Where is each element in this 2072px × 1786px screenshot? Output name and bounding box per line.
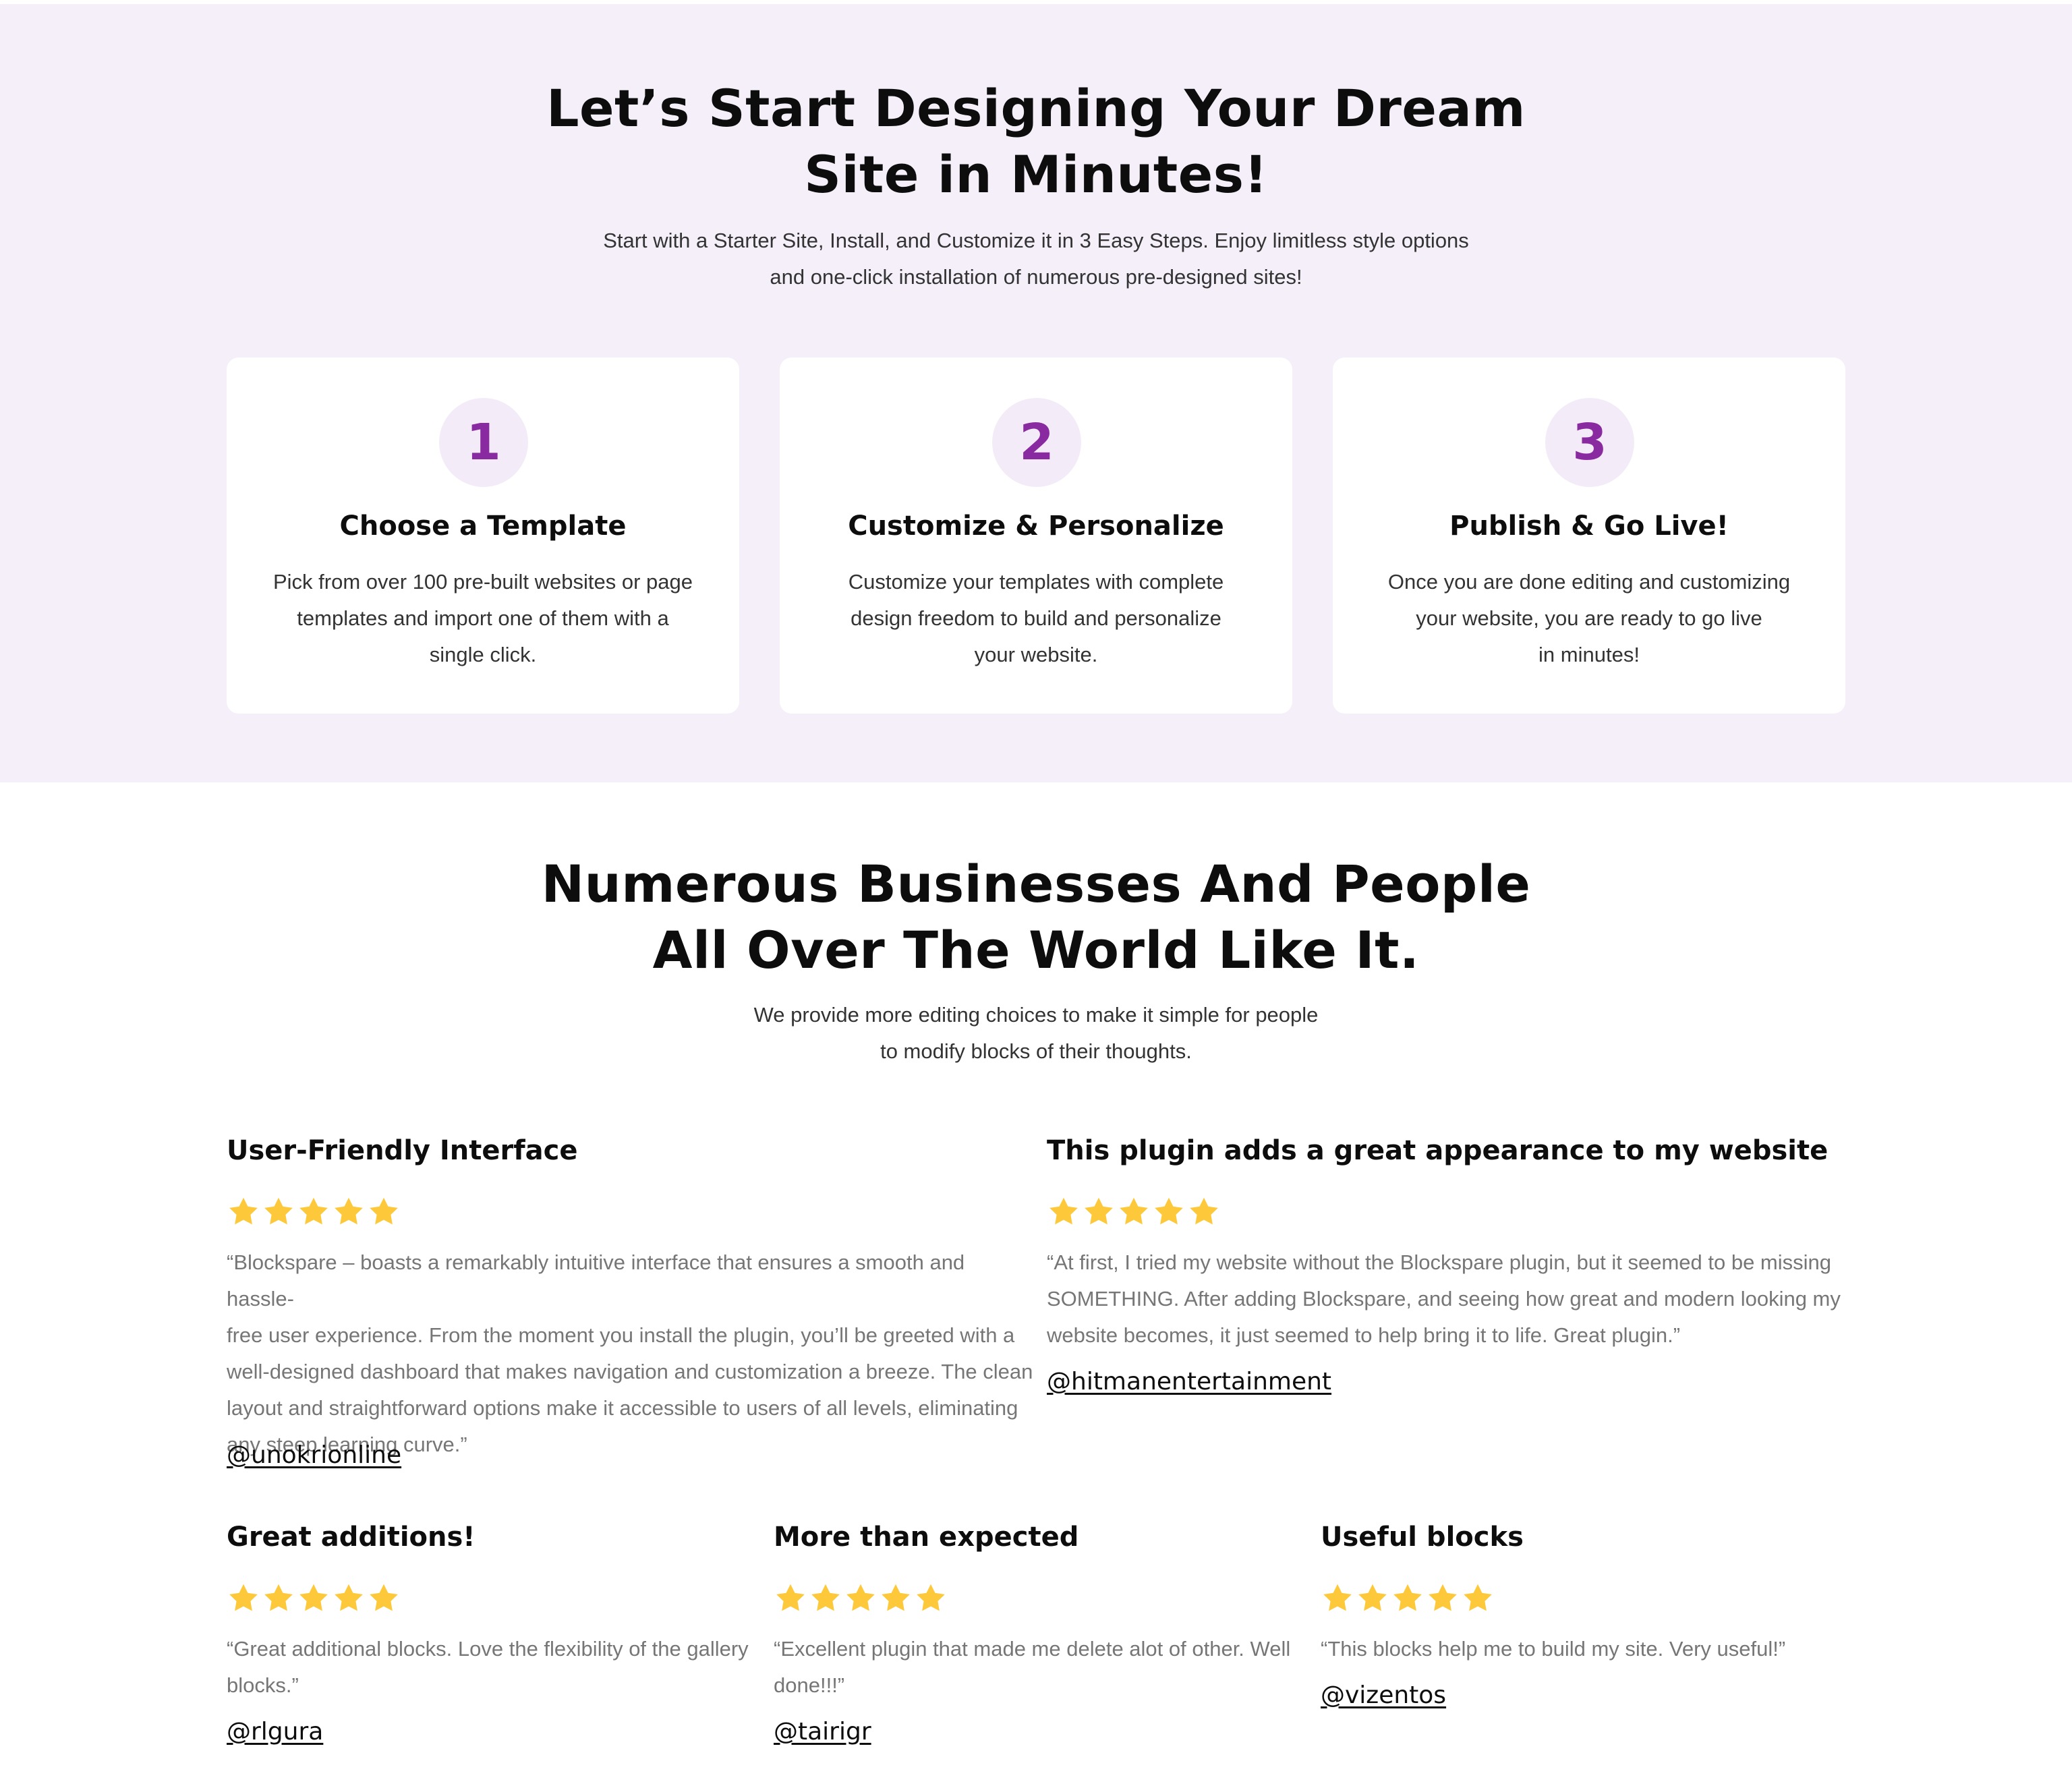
testimonial-title: More than expected xyxy=(774,1522,1079,1553)
star-icon xyxy=(227,1195,260,1229)
star-icon xyxy=(1391,1582,1424,1615)
step-card-1: 1 Choose a Template Pick from over 100 p… xyxy=(227,357,739,714)
step-title-1: Choose a Template xyxy=(339,511,627,542)
quote-line: blocks.” xyxy=(227,1673,299,1697)
steps-subtitle-line1: Start with a Starter Site, Install, and … xyxy=(603,229,1469,252)
step-description-line: design freedom to build and personalize xyxy=(851,606,1221,630)
testimonial-title: Useful blocks xyxy=(1321,1522,1524,1553)
step-description-2: Customize your templates with complete d… xyxy=(813,564,1259,673)
star-icon xyxy=(1152,1195,1186,1229)
star-icon xyxy=(262,1582,295,1615)
star-icon xyxy=(367,1582,401,1615)
quote-line: free user experience. From the moment yo… xyxy=(227,1323,1015,1347)
quote-line: “At first, I tried my website without th… xyxy=(1047,1250,1832,1274)
testimonials-heading: Numerous Businesses And People All Over … xyxy=(362,851,1710,983)
rating-stars xyxy=(774,1582,948,1619)
testimonials-subtitle-line2: to modify blocks of their thoughts. xyxy=(880,1039,1192,1063)
testimonial-quote: “This blocks help me to build my site. V… xyxy=(1321,1631,1847,1667)
quote-line: layout and straightforward options make … xyxy=(227,1396,1018,1420)
star-icon xyxy=(844,1582,877,1615)
step-number-3: 3 xyxy=(1545,398,1634,487)
testimonial-title: Great additions! xyxy=(227,1522,476,1553)
steps-heading-line2: Site in Minutes! xyxy=(804,144,1268,204)
star-icon xyxy=(262,1195,295,1229)
step-number-1: 1 xyxy=(439,398,528,487)
step-description-1: Pick from over 100 pre-built websites or… xyxy=(260,564,706,673)
step-title-3: Publish & Go Live! xyxy=(1449,511,1729,542)
steps-heading: Let’s Start Designing Your Dream Site in… xyxy=(362,76,1710,208)
step-description-3: Once you are done editing and customizin… xyxy=(1366,564,1812,673)
star-icon xyxy=(297,1195,330,1229)
star-icon xyxy=(809,1582,842,1615)
steps-subtitle: Start with a Starter Site, Install, and … xyxy=(496,223,1576,295)
star-icon xyxy=(227,1582,260,1615)
star-icon xyxy=(1461,1582,1495,1615)
star-icon xyxy=(914,1582,948,1615)
quote-line: “Excellent plugin that made me delete al… xyxy=(774,1637,1291,1661)
step-card-3: 3 Publish & Go Live! Once you are done e… xyxy=(1333,357,1845,714)
testimonials-subtitle-line1: We provide more editing choices to make … xyxy=(753,1003,1319,1027)
quote-line: well-designed dashboard that makes navig… xyxy=(227,1360,1033,1383)
quote-line: “Great additional blocks. Love the flexi… xyxy=(227,1637,749,1661)
testimonial-quote: “Excellent plugin that made me delete al… xyxy=(774,1631,1306,1704)
star-icon xyxy=(1356,1582,1389,1615)
star-icon xyxy=(332,1582,366,1615)
steps-heading-line1: Let’s Start Designing Your Dream xyxy=(546,78,1526,138)
author-handle-link[interactable]: @tairigr xyxy=(774,1717,871,1747)
step-description-line: templates and import one of them with a xyxy=(297,606,669,630)
testimonials-heading-line2: All Over The World Like It. xyxy=(652,920,1420,980)
quote-line: website becomes, it just seemed to help … xyxy=(1047,1323,1681,1347)
author-handle-link[interactable]: @vizentos xyxy=(1321,1681,1446,1710)
testimonials-subtitle: We provide more editing choices to make … xyxy=(496,997,1576,1070)
step-description-line: your website. xyxy=(974,643,1098,666)
star-icon xyxy=(1047,1195,1081,1229)
quote-line: done!!!” xyxy=(774,1673,845,1697)
star-icon xyxy=(367,1195,401,1229)
star-icon xyxy=(774,1582,807,1615)
rating-stars xyxy=(227,1195,401,1233)
step-description-line: Once you are done editing and customizin… xyxy=(1387,570,1791,594)
testimonials-heading-line1: Numerous Businesses And People xyxy=(541,854,1531,914)
testimonial-quote: “At first, I tried my website without th… xyxy=(1047,1244,1856,1354)
step-description-line: in minutes! xyxy=(1538,643,1640,666)
steps-section: Let’s Start Designing Your Dream Site in… xyxy=(0,4,2072,782)
step-number-2: 2 xyxy=(992,398,1081,487)
quote-line: “This blocks help me to build my site. V… xyxy=(1321,1637,1786,1661)
step-card-2: 2 Customize & Personalize Customize your… xyxy=(780,357,1292,714)
star-icon xyxy=(1117,1195,1151,1229)
author-handle-link[interactable]: @rlgura xyxy=(227,1717,323,1747)
step-description-line: single click. xyxy=(429,643,537,666)
step-description-line: Customize your templates with complete xyxy=(848,570,1224,594)
star-icon xyxy=(332,1195,366,1229)
star-icon xyxy=(297,1582,330,1615)
steps-subtitle-line2: and one-click installation of numerous p… xyxy=(770,265,1302,289)
rating-stars xyxy=(1047,1195,1221,1233)
star-icon xyxy=(1082,1195,1116,1229)
quote-line: SOMETHING. After adding Blockspare, and … xyxy=(1047,1287,1841,1310)
step-title-2: Customize & Personalize xyxy=(848,511,1224,542)
testimonial-quote: “Blockspare – boasts a remarkably intuit… xyxy=(227,1244,1036,1463)
star-icon xyxy=(879,1582,913,1615)
step-description-line: your website, you are ready to go live xyxy=(1416,606,1762,630)
star-icon xyxy=(1426,1582,1460,1615)
testimonial-title: This plugin adds a great appearance to m… xyxy=(1047,1135,1829,1166)
rating-stars xyxy=(1321,1582,1495,1619)
star-icon xyxy=(1187,1195,1221,1229)
star-icon xyxy=(1321,1582,1354,1615)
testimonial-quote: “Great additional blocks. Love the flexi… xyxy=(227,1631,759,1704)
testimonial-title: User-Friendly Interface xyxy=(227,1135,578,1166)
rating-stars xyxy=(227,1582,401,1619)
step-description-line: Pick from over 100 pre-built websites or… xyxy=(272,570,693,594)
quote-line: “Blockspare – boasts a remarkably intuit… xyxy=(227,1250,965,1310)
author-handle-link[interactable]: @unokrionline xyxy=(227,1441,401,1470)
author-handle-link[interactable]: @hitmanentertainment xyxy=(1047,1367,1331,1397)
